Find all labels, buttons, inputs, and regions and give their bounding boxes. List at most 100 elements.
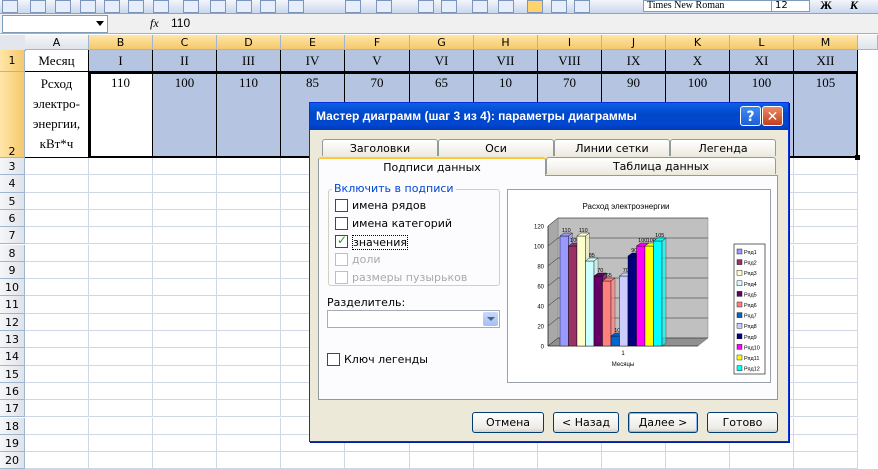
print-icon[interactable]	[104, 0, 120, 13]
cell-c16[interactable]	[153, 382, 217, 401]
cell-m4[interactable]	[794, 175, 858, 193]
cell-m3[interactable]	[794, 158, 858, 176]
redo-icon[interactable]	[376, 0, 392, 13]
cell-m1[interactable]: XII	[794, 50, 858, 72]
drawing-icon[interactable]	[551, 0, 567, 13]
cell-j1[interactable]: IX	[602, 50, 666, 72]
cell-m8[interactable]	[794, 244, 858, 262]
cell-b9[interactable]	[89, 261, 153, 280]
sort-descending-icon[interactable]	[498, 0, 514, 13]
help-icon[interactable]	[574, 0, 590, 13]
cell-b5[interactable]	[89, 192, 153, 210]
cell-b4[interactable]	[89, 175, 153, 193]
cell-d17[interactable]	[217, 400, 281, 418]
tab-legend[interactable]: Легенда	[670, 139, 776, 156]
formula-input[interactable]: 110	[171, 16, 190, 30]
cell-d2[interactable]: 110	[217, 72, 281, 158]
value-checkbox[interactable]	[335, 233, 348, 248]
cell-l1[interactable]: XI	[730, 50, 794, 72]
cell-d15[interactable]	[217, 365, 281, 383]
value-label[interactable]: значения	[352, 235, 409, 250]
tab-axes[interactable]: Оси	[438, 139, 554, 156]
cell-d14[interactable]	[217, 348, 281, 366]
cell-m2[interactable]: 105	[794, 72, 858, 158]
cell-d3[interactable]	[217, 158, 281, 176]
row-header-14[interactable]: 14	[0, 348, 25, 366]
cell-d4[interactable]	[217, 175, 281, 193]
column-header-e[interactable]: E	[281, 35, 345, 50]
cell-m5[interactable]	[794, 192, 858, 210]
cell-d5[interactable]	[217, 192, 281, 210]
cell-b13[interactable]	[89, 331, 153, 349]
separator-select[interactable]	[327, 310, 500, 328]
permission-icon[interactable]	[80, 0, 96, 13]
row-header-1[interactable]: 1	[0, 50, 25, 72]
cell-d19[interactable]	[217, 434, 281, 453]
autosum-icon[interactable]	[441, 0, 457, 13]
row-header-6[interactable]: 6	[0, 209, 25, 228]
cell-c13[interactable]	[153, 331, 217, 349]
legend-key-checkbox[interactable]	[327, 353, 340, 366]
cell-b18[interactable]	[89, 417, 153, 435]
cell-c6[interactable]	[153, 209, 217, 228]
row-header-10[interactable]: 10	[0, 279, 25, 297]
copy-icon[interactable]	[236, 0, 252, 13]
cell-h1[interactable]: VII	[474, 50, 538, 72]
cell-a8[interactable]	[25, 244, 89, 262]
cell-b20[interactable]	[89, 452, 153, 469]
cell-m19[interactable]	[794, 434, 858, 453]
cell-h20[interactable]	[474, 452, 538, 469]
cell-d9[interactable]	[217, 261, 281, 280]
cell-i20[interactable]	[538, 452, 602, 469]
research-icon[interactable]	[183, 0, 199, 13]
tab-data-labels[interactable]: Подписи данных	[318, 157, 546, 176]
cell-m11[interactable]	[794, 296, 858, 314]
cell-d6[interactable]	[217, 209, 281, 228]
help-button[interactable]: ?	[740, 106, 761, 126]
next-button[interactable]: Далее >	[628, 412, 698, 433]
cell-b11[interactable]	[89, 296, 153, 314]
column-header-b[interactable]: B	[89, 35, 153, 50]
cancel-button[interactable]: Отмена	[472, 412, 544, 433]
cell-c9[interactable]	[153, 261, 217, 280]
chart-wizard-icon[interactable]	[527, 0, 543, 13]
column-header-m[interactable]: M	[794, 35, 858, 50]
column-header-next[interactable]	[858, 35, 878, 50]
cell-b7[interactable]	[89, 227, 153, 245]
cell-a2[interactable]: Рсход электро-энергии, кВт*ч	[25, 72, 89, 158]
column-header-c[interactable]: C	[153, 35, 217, 50]
cell-c5[interactable]	[153, 192, 217, 210]
spelling-icon[interactable]	[153, 0, 169, 13]
row-header-9[interactable]: 9	[0, 261, 25, 280]
cell-d18[interactable]	[217, 417, 281, 435]
cell-k20[interactable]	[666, 452, 730, 469]
dialog-titlebar[interactable]: Мастер диаграмм (шаг 3 из 4): параметры …	[310, 103, 788, 130]
select-all-corner[interactable]	[0, 35, 26, 51]
cell-c18[interactable]	[153, 417, 217, 435]
cell-e20[interactable]	[281, 452, 345, 469]
save-icon[interactable]	[55, 0, 71, 13]
sort-ascending-icon[interactable]	[472, 0, 488, 13]
cell-a20[interactable]	[25, 452, 89, 469]
cell-m18[interactable]	[794, 417, 858, 435]
fill-handle[interactable]	[855, 155, 860, 160]
row-header-7[interactable]: 7	[0, 227, 25, 245]
row-header-15[interactable]: 15	[0, 365, 25, 383]
cell-c10[interactable]	[153, 279, 217, 297]
cell-m15[interactable]	[794, 365, 858, 383]
column-header-k[interactable]: K	[666, 35, 730, 50]
cell-f1[interactable]: V	[345, 50, 410, 72]
cell-c11[interactable]	[153, 296, 217, 314]
row-header-18[interactable]: 18	[0, 417, 25, 435]
cell-c1[interactable]: II	[153, 50, 217, 72]
row-header-12[interactable]: 12	[0, 313, 25, 331]
cell-m10[interactable]	[794, 279, 858, 297]
row-header-4[interactable]: 4	[0, 175, 25, 193]
row-header-19[interactable]: 19	[0, 434, 25, 453]
cell-d8[interactable]	[217, 244, 281, 262]
cell-a9[interactable]	[25, 261, 89, 280]
row-header-16[interactable]: 16	[0, 382, 25, 401]
cell-d20[interactable]	[217, 452, 281, 469]
finish-button[interactable]: Готово	[707, 412, 778, 433]
undo-icon[interactable]	[345, 0, 361, 13]
